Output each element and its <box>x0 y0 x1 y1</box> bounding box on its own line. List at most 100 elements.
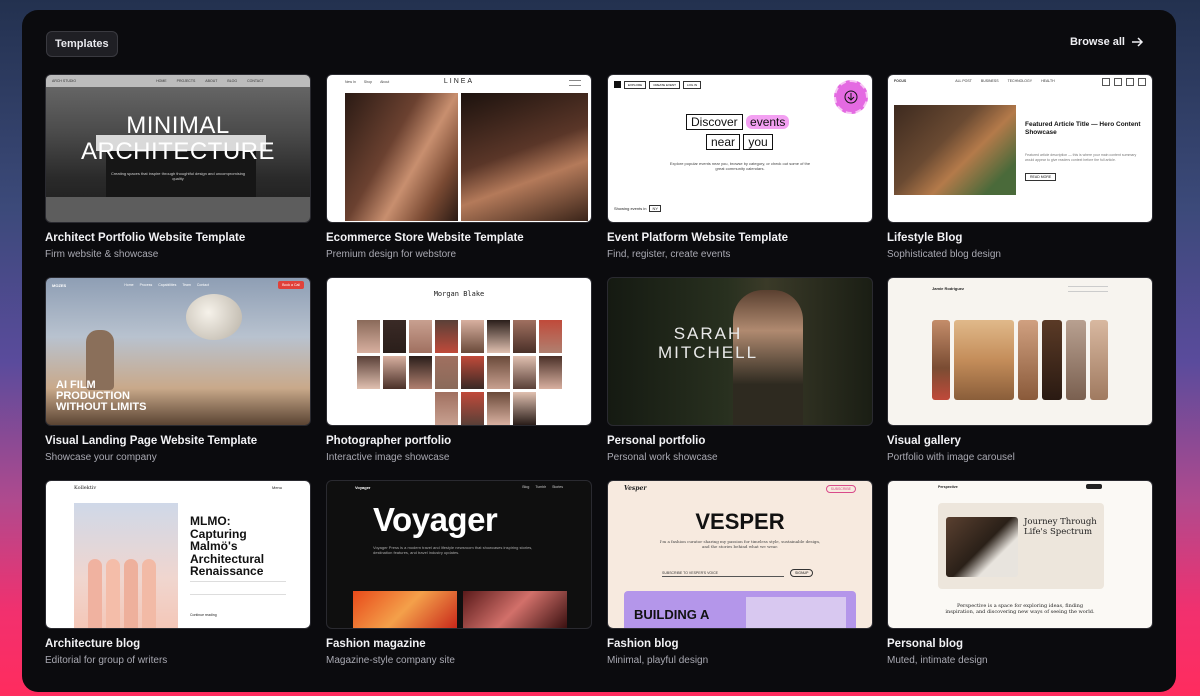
template-card-personal-blog[interactable]: Perspective Journey Through Life's Spect… <box>887 480 1153 666</box>
featured-photo <box>894 105 1016 195</box>
grid-photo <box>461 320 484 353</box>
template-title: Visual Landing Page Website Template <box>45 435 258 447</box>
template-preview[interactable]: Voyager Blog Tumblr Stories Voyager Voya… <box>326 480 592 629</box>
nav-item: ABOUT <box>205 79 218 83</box>
grid-photo <box>461 392 484 425</box>
preview-brand: Kollektiv <box>74 485 97 491</box>
gallery-photo <box>932 320 950 400</box>
grid-photo <box>487 320 510 353</box>
balloon-image <box>186 294 242 340</box>
template-preview[interactable]: MOZES Home Process Capabilities Team Con… <box>45 277 311 426</box>
template-preview[interactable]: New In Shop About LINEA <box>326 74 592 223</box>
templates-panel: Templates Browse all ARCH STUDIO HOME PR… <box>22 10 1176 692</box>
preview-headline: MINIMAL <box>126 112 230 139</box>
templates-tag: Templates <box>46 31 118 57</box>
gallery-photo <box>954 320 1014 400</box>
ground <box>46 197 310 222</box>
template-preview[interactable]: FOCUS ALL POST BUSINESS TECHNOLOGY HEALT… <box>887 74 1153 223</box>
feature-headline: BUILDING A <box>634 607 710 622</box>
template-preview[interactable]: Vesper SUBSCRIBE VESPER I'm a fashion cu… <box>607 480 873 629</box>
template-card-event[interactable]: EXPLORE CREATE EVENT LOG IN Discover eve… <box>607 74 873 260</box>
preview-tagline: Creating spaces that inspire through tho… <box>110 171 246 181</box>
template-card-architecture-blog[interactable]: Kollektiv Menu MLMO: Capturing Malmö's A… <box>45 480 311 666</box>
template-preview[interactable]: Morgan Blake <box>326 277 592 426</box>
nav-item: Contact <box>196 283 209 287</box>
feature-card: BUILDING A <box>624 591 856 628</box>
grid-photo <box>487 392 510 425</box>
template-title: Ecommerce Store Website Template <box>326 232 524 244</box>
feature-photo <box>463 591 567 628</box>
template-subtitle: Sophisticated blog design <box>887 249 1001 260</box>
browse-all-label: Browse all <box>1069 36 1125 48</box>
nav-item: Tumblr <box>535 485 547 489</box>
photo-grid <box>357 320 563 425</box>
nav-item: Home <box>124 283 134 287</box>
template-card-lifestyle[interactable]: FOCUS ALL POST BUSINESS TECHNOLOGY HEALT… <box>887 74 1153 260</box>
template-preview[interactable]: Jamie Rodriguez <box>887 277 1153 426</box>
continue-reading-link: Continue reading <box>190 613 217 617</box>
preview-headline: ARCHITECTURE <box>80 138 275 165</box>
hero-word: Discover <box>686 114 743 130</box>
download-badge-icon <box>834 80 868 114</box>
template-subtitle: Interactive image showcase <box>326 452 450 463</box>
nav-button: CREATE EVENT <box>649 81 680 89</box>
template-title: Event Platform Website Template <box>607 232 789 244</box>
template-preview[interactable]: ARCH STUDIO HOME PROJECTS ABOUT BLOG CON… <box>45 74 311 223</box>
nav-item: Blog <box>522 485 530 489</box>
model-photo <box>345 93 458 221</box>
template-subtitle: Premium design for webstore <box>326 249 457 260</box>
cart-icon <box>569 80 581 86</box>
grid-photo <box>409 320 432 353</box>
template-title: Architect Portfolio Website Template <box>45 232 246 244</box>
template-preview[interactable]: SARAH MITCHELL <box>607 277 873 426</box>
hero-title: Journey Through Life's Spectrum <box>1024 517 1097 537</box>
template-card-landing[interactable]: MOZES Home Process Capabilities Team Con… <box>45 277 311 463</box>
nav-item: TECHNOLOGY <box>1007 79 1033 83</box>
template-title: Fashion magazine <box>326 638 426 650</box>
template-title: Personal blog <box>887 638 964 650</box>
hero-name: MITCHELL <box>657 343 759 362</box>
city-select: NY <box>649 205 662 212</box>
template-card-ecommerce[interactable]: New In Shop About LINEA Ecommerce Store … <box>326 74 592 260</box>
template-preview[interactable]: Perspective Journey Through Life's Spect… <box>887 480 1153 629</box>
template-preview[interactable]: EXPLORE CREATE EVENT LOG IN Discover eve… <box>607 74 873 223</box>
template-subtitle: Editorial for group of writers <box>45 655 168 666</box>
template-card-architect[interactable]: ARCH STUDIO HOME PROJECTS ABOUT BLOG CON… <box>45 74 311 260</box>
nav-button: EXPLORE <box>624 81 647 89</box>
feature-image <box>746 597 846 628</box>
preview-brand: ARCH STUDIO <box>52 79 77 83</box>
hero-word-highlight: events <box>746 115 790 129</box>
hero-card: Journey Through Life's Spectrum <box>938 503 1104 589</box>
article-headline: MLMO: <box>190 514 231 528</box>
preview-name: Morgan Blake <box>433 290 485 298</box>
template-card-visual-gallery[interactable]: Jamie Rodriguez Visual gallery Portfolio… <box>887 277 1153 463</box>
hero-name: SARAH <box>673 324 743 343</box>
grid-photo <box>539 356 562 389</box>
preview-headline: WITHOUT LIMITS <box>56 401 147 413</box>
article-body: Featured article description — this is w… <box>1025 153 1137 162</box>
article-title: Featured Article Title — Hero Content Sh… <box>1025 121 1141 136</box>
nav-button: LOG IN <box>682 81 702 89</box>
nav-item: CONTACT <box>247 79 264 83</box>
template-card-fashion-blog[interactable]: Vesper SUBSCRIBE VESPER I'm a fashion cu… <box>607 480 873 666</box>
toolbar-icons <box>1102 78 1146 86</box>
template-card-personal-portfolio[interactable]: SARAH MITCHELL Personal portfolio Person… <box>607 277 873 463</box>
template-card-fashion-magazine[interactable]: Voyager Blog Tumblr Stories Voyager Voya… <box>326 480 592 666</box>
blog-headline: VESPER <box>695 509 785 534</box>
template-subtitle: Magazine-style company site <box>326 655 455 666</box>
template-subtitle: Muted, intimate design <box>887 655 988 666</box>
template-preview[interactable]: Kollektiv Menu MLMO: Capturing Malmö's A… <box>45 480 311 629</box>
preview-brand: Vesper <box>624 485 647 492</box>
grid-photo <box>357 320 380 353</box>
browse-all-link[interactable]: Browse all <box>1070 36 1144 48</box>
template-title: Visual gallery <box>887 435 961 447</box>
template-card-photographer[interactable]: Morgan Blake Photographer portfolio Inte… <box>326 277 592 463</box>
nav-item: Team <box>182 283 191 287</box>
hero-body: Explore popular events near you, browse … <box>669 161 811 171</box>
blog-body: I'm a fashion curator sharing my passion… <box>659 539 821 549</box>
hero-image <box>946 517 1018 577</box>
gallery-photo <box>1090 320 1108 400</box>
nav-button <box>1086 484 1102 489</box>
book-call-button: Book a Call <box>278 281 304 289</box>
preview-brand: Perspective <box>938 485 958 489</box>
